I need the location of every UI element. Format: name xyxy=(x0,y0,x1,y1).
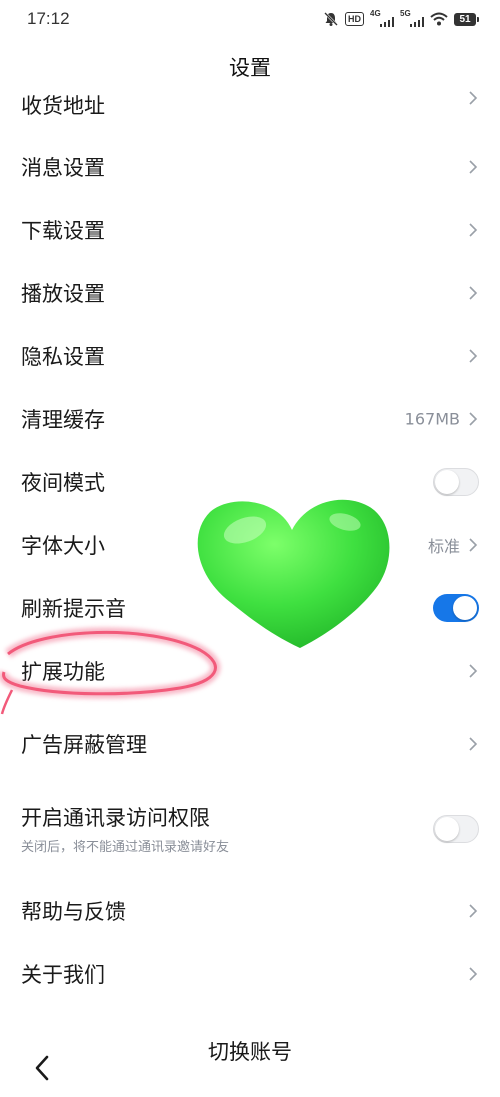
toggle-knob xyxy=(453,596,477,620)
row-label: 隐私设置 xyxy=(21,345,105,369)
chevron-right-icon xyxy=(469,538,478,552)
night-mode-toggle[interactable] xyxy=(433,468,479,496)
settings-row-message[interactable]: 消息设置 xyxy=(0,137,500,197)
status-icons: HD 4G 5G 51 xyxy=(323,8,479,30)
status-time: 17:12 xyxy=(27,9,70,28)
refresh-sound-toggle[interactable] xyxy=(433,594,479,622)
row-sublabel: 关闭后，将不能通过通讯录邀请好友 xyxy=(21,840,230,855)
row-label: 播放设置 xyxy=(21,282,105,306)
battery-icon: 51 xyxy=(454,12,479,26)
chevron-right-icon xyxy=(469,91,478,105)
row-label: 收货地址 xyxy=(21,94,105,118)
settings-row-download[interactable]: 下载设置 xyxy=(0,200,500,260)
row-label: 字体大小 xyxy=(21,534,105,558)
chevron-right-icon xyxy=(469,349,478,363)
chevron-right-icon xyxy=(469,664,478,678)
row-label: 下载设置 xyxy=(21,219,105,243)
back-arrow-icon xyxy=(35,1055,49,1081)
cache-size-value: 167MB xyxy=(404,409,460,429)
settings-row-clear-cache[interactable]: 清理缓存 167MB xyxy=(0,389,500,449)
chevron-right-icon xyxy=(469,286,478,300)
chevron-right-icon xyxy=(469,737,478,751)
toggle-knob xyxy=(435,470,459,494)
chevron-right-icon xyxy=(469,412,478,426)
contacts-permission-toggle[interactable] xyxy=(433,815,479,843)
page-title: 设置 xyxy=(229,56,271,80)
chevron-right-icon xyxy=(469,160,478,174)
mute-icon xyxy=(323,11,339,27)
row-label: 清理缓存 xyxy=(21,408,105,432)
toggle-knob xyxy=(435,817,459,841)
signal-5g-icon: 5G xyxy=(400,9,424,28)
row-label: 扩展功能 xyxy=(21,660,105,684)
switch-account-button[interactable]: 切换账号 xyxy=(0,1036,500,1066)
font-size-value: 标准 xyxy=(427,537,460,556)
row-label: 刷新提示音 xyxy=(21,597,126,621)
settings-row-contacts-permission: 开启通讯录访问权限 关闭后，将不能通过通讯录邀请好友 xyxy=(0,796,500,862)
settings-row-about[interactable]: 关于我们 xyxy=(0,944,500,1004)
settings-row-help[interactable]: 帮助与反馈 xyxy=(0,881,500,941)
status-bar: 17:12 HD 4G 5G 51 xyxy=(0,0,500,40)
row-label: 关于我们 xyxy=(21,963,105,987)
chevron-right-icon xyxy=(469,904,478,918)
chevron-right-icon xyxy=(469,967,478,981)
settings-row-night-mode: 夜间模式 xyxy=(0,452,500,512)
hd-icon: HD xyxy=(345,12,364,26)
back-button[interactable] xyxy=(28,1052,56,1084)
settings-row-address[interactable]: 收货地址 xyxy=(0,80,500,120)
settings-row-refresh-sound: 刷新提示音 xyxy=(0,578,500,638)
chevron-right-icon xyxy=(469,223,478,237)
row-label: 夜间模式 xyxy=(21,471,105,495)
signal-4g-icon: 4G xyxy=(370,9,394,28)
settings-row-font-size[interactable]: 字体大小 标准 xyxy=(0,515,500,575)
settings-row-playback[interactable]: 播放设置 xyxy=(0,263,500,323)
wifi-icon xyxy=(430,12,448,26)
settings-row-extensions[interactable]: 扩展功能 xyxy=(0,641,500,701)
settings-row-privacy[interactable]: 隐私设置 xyxy=(0,326,500,386)
row-label: 开启通讯录访问权限 xyxy=(21,806,210,830)
settings-row-ad-block[interactable]: 广告屏蔽管理 xyxy=(0,714,500,774)
row-label: 帮助与反馈 xyxy=(21,900,126,924)
row-label: 广告屏蔽管理 xyxy=(21,733,147,757)
row-label: 消息设置 xyxy=(21,156,105,180)
